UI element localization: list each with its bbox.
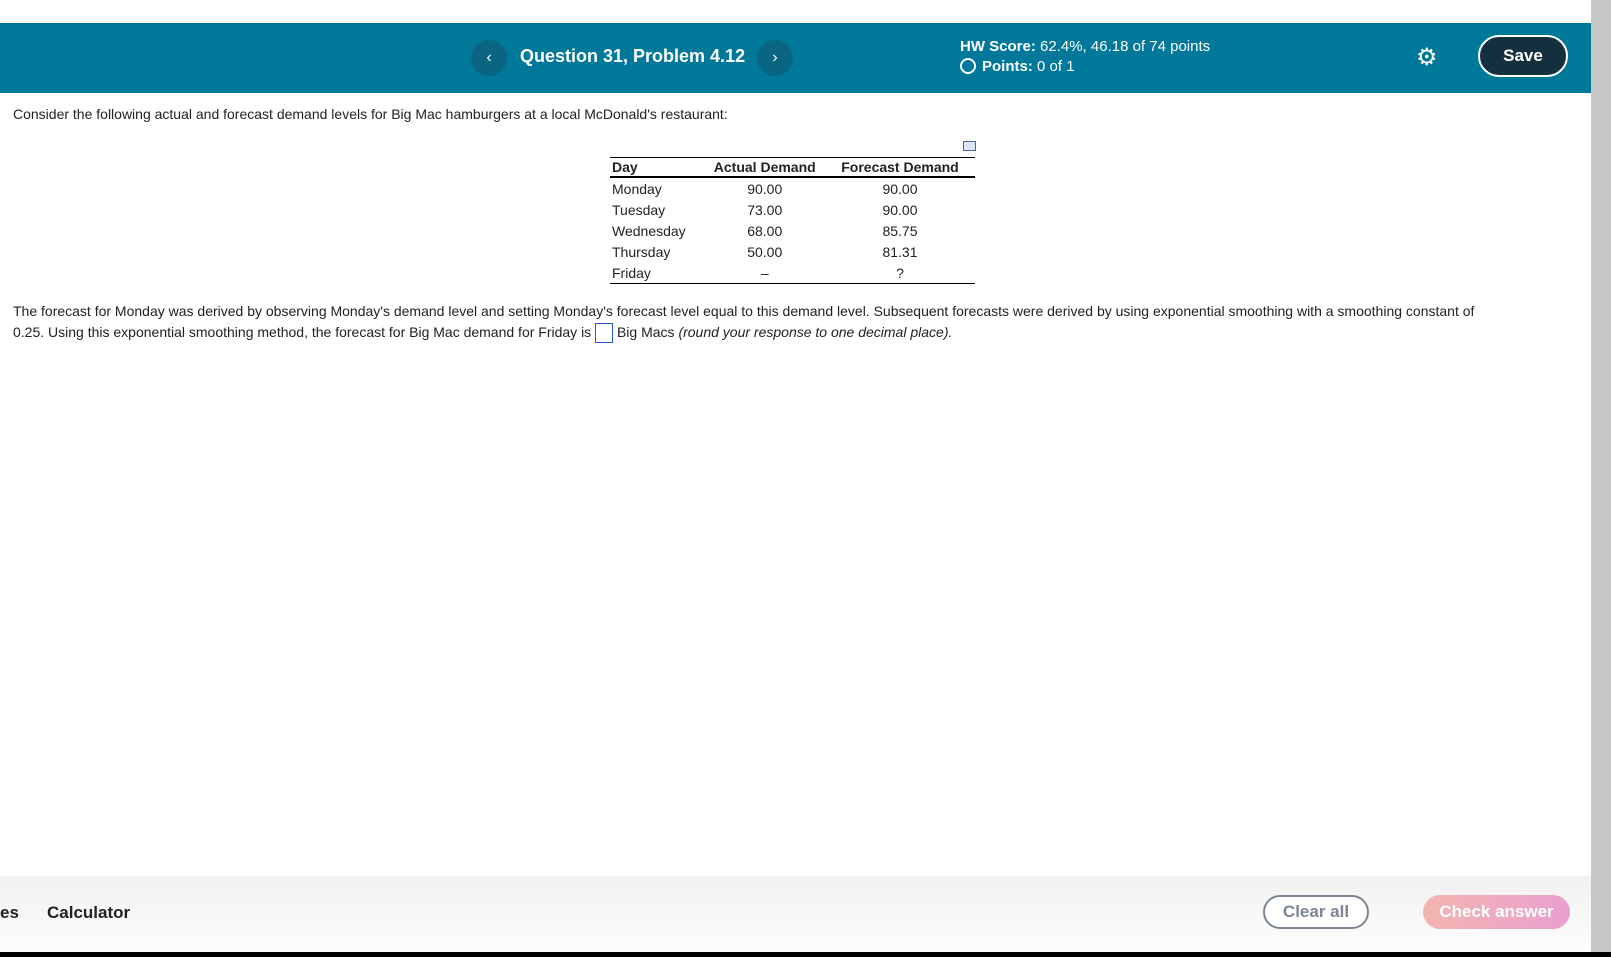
save-button[interactable]: Save (1478, 35, 1568, 77)
question-body: The forecast for Monday was derived by o… (13, 301, 1583, 344)
cell: ? (830, 262, 975, 284)
body-text: The forecast for Monday was derived by o… (13, 303, 1475, 319)
cell: 90.00 (882, 201, 918, 218)
cell: 68.00 (747, 222, 783, 239)
body-text: 0.25. Using this exponential smoothing m… (13, 324, 592, 340)
circle-icon (960, 58, 976, 74)
expand-table-icon[interactable] (963, 141, 976, 151)
check-answer-button[interactable]: Check answer (1423, 895, 1570, 929)
cell: 73.00 (747, 201, 783, 218)
chevron-right-icon: › (772, 49, 778, 66)
column-header: Day (610, 157, 705, 178)
header-bar: ‹ Question 31, Problem 4.12 › HW Score: … (0, 23, 1591, 93)
cell: 50.00 (747, 243, 783, 260)
cell: Thursday (612, 243, 671, 260)
scrollbar[interactable] (1591, 0, 1611, 952)
question-title: Question 31, Problem 4.12 (520, 46, 746, 66)
cell: Friday (610, 262, 705, 284)
footer-partial-link[interactable]: es (0, 903, 19, 923)
cell: Tuesday (612, 201, 666, 218)
clear-all-button[interactable]: Clear all (1263, 895, 1369, 929)
points-label: Points: (982, 58, 1033, 75)
table-row: Monday 90.00 90.00 (610, 177, 975, 199)
cell: 81.31 (882, 243, 918, 260)
chevron-left-icon: ‹ (486, 49, 492, 66)
table-row: Friday –? (610, 262, 975, 284)
next-question-button[interactable]: › (757, 40, 793, 76)
question-intro: Consider the following actual and foreca… (13, 106, 728, 122)
rounding-instruction: (round your response to one decimal plac… (678, 324, 953, 340)
demand-table: Day Actual Demand Forecast Demand Monday 90… (610, 157, 975, 284)
calculator-link[interactable]: Calculator (47, 903, 130, 923)
table-row: Tuesday 73.00 90.00 (610, 199, 975, 220)
hw-score-value: 62.4%, 46.18 of 74 points (1040, 38, 1211, 55)
gear-icon[interactable]: ⚙ (1416, 43, 1438, 72)
cell: 90.00 (882, 180, 918, 197)
cell: Wednesday (612, 222, 686, 239)
footer-bar: es Calculator Clear all Check answer (0, 876, 1591, 952)
points-value: 0 of 1 (1037, 58, 1075, 75)
score-panel: HW Score: 62.4%, 46.18 of 74 points Poin… (960, 37, 1210, 77)
column-header: Actual Demand (704, 157, 831, 178)
cell: 90.00 (747, 180, 783, 197)
table-row: Thursday 50.00 81.31 (610, 241, 975, 262)
cell: 85.75 (882, 222, 918, 239)
column-header: Forecast Demand (830, 157, 975, 178)
cell: Monday (612, 180, 662, 197)
hw-score-label: HW Score: (960, 38, 1036, 55)
body-text: Big Macs (616, 324, 675, 340)
cell: – (704, 262, 831, 284)
answer-input[interactable] (595, 323, 614, 344)
table-row: Wednesday 68.00 85.75 (610, 220, 975, 241)
bottom-border (0, 952, 1611, 957)
previous-question-button[interactable]: ‹ (471, 40, 507, 76)
